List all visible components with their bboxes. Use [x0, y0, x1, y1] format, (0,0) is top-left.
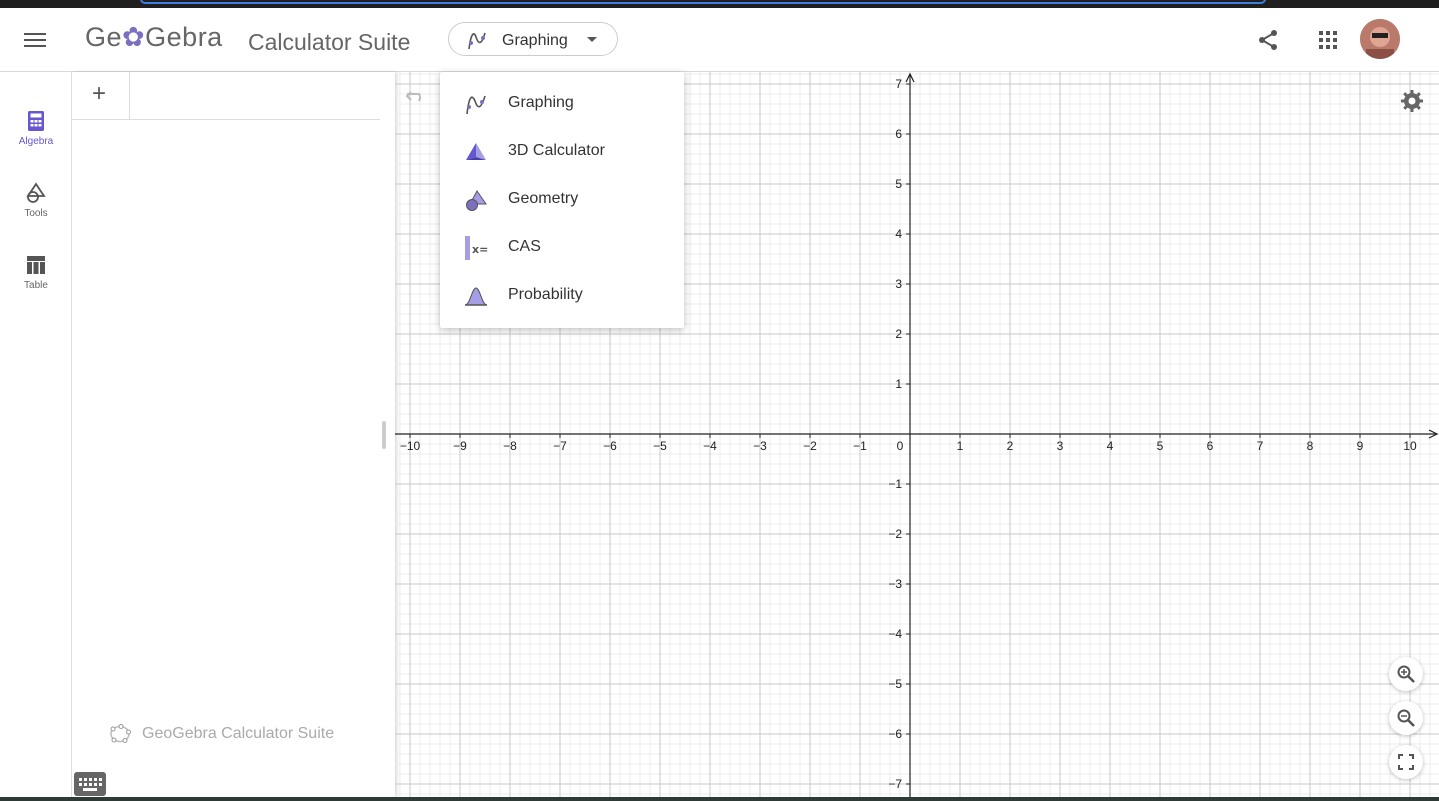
y-tick-label: −1	[888, 477, 902, 491]
apps-grid-icon[interactable]	[1316, 28, 1340, 52]
x-tick-label: −4	[703, 439, 717, 453]
sidebar-item-algebra[interactable]: Algebra	[0, 110, 72, 170]
probability-icon	[464, 287, 488, 306]
x-tick-label: 2	[1007, 439, 1014, 453]
undo-icon[interactable]	[405, 86, 429, 106]
graphing-icon	[468, 32, 486, 50]
graphing-icon	[466, 95, 486, 115]
x-tick-label: −3	[753, 439, 767, 453]
app-switcher-menu: Graphing 3D Calculator Geometry x= CAS P…	[440, 72, 684, 328]
menu-item-geometry[interactable]: Geometry	[440, 176, 684, 224]
x-tick-label: −1	[853, 439, 867, 453]
x-tick-label: 5	[1157, 439, 1164, 453]
svg-text:x=: x=	[472, 243, 488, 256]
x-tick-label: 0	[897, 439, 904, 453]
y-tick-label: 6	[895, 127, 902, 141]
menu-item-label: Geometry	[508, 190, 579, 207]
x-tick-label: 10	[1403, 439, 1417, 453]
3d-calculator-icon	[466, 143, 486, 160]
y-tick-label: −4	[888, 627, 902, 641]
sidebar-item-label: Table	[24, 280, 48, 291]
y-tick-label: −6	[888, 727, 902, 741]
sidebar-item-label: Tools	[24, 208, 48, 219]
algebra-input-row[interactable]: +	[72, 72, 380, 120]
x-tick-label: 1	[957, 439, 964, 453]
x-tick-label: 8	[1307, 439, 1314, 453]
sidebar-item-table[interactable]: Table	[0, 254, 72, 314]
gear-icon[interactable]	[1400, 89, 1424, 113]
menu-item-label: Probability	[508, 286, 583, 303]
panel-resize-handle[interactable]	[382, 421, 386, 449]
page-title: Calculator Suite	[248, 29, 411, 55]
brand-text: GeoGebra Calculator Suite	[142, 725, 335, 742]
algebra-panel: + GeoGebra Calculator Suite	[72, 72, 395, 797]
menu-item-cas[interactable]: x= CAS	[440, 224, 684, 272]
x-tick-label: 9	[1357, 439, 1364, 453]
app-selector-label: Graphing	[502, 32, 568, 49]
app-header: Ge✿Gebra Calculator Suite Graphing	[0, 8, 1439, 72]
y-tick-label: 2	[895, 327, 902, 341]
y-tick-label: 5	[895, 177, 902, 191]
menu-item-3d-calculator[interactable]: 3D Calculator	[440, 128, 684, 176]
menu-item-label: 3D Calculator	[508, 142, 605, 159]
fullscreen-icon	[1398, 754, 1414, 770]
y-tick-label: 1	[895, 377, 902, 391]
menu-item-graphing[interactable]: Graphing	[440, 80, 684, 128]
x-tick-label: −10	[400, 439, 421, 453]
zoom-in-button[interactable]	[1389, 657, 1423, 691]
menu-item-probability[interactable]: Probability	[440, 272, 684, 320]
geogebra-logo: Ge✿Gebra	[85, 22, 223, 52]
zoom-out-icon	[1397, 709, 1415, 727]
x-tick-label: −8	[503, 439, 517, 453]
browser-top-strip	[0, 0, 1439, 8]
keyboard-icon[interactable]	[74, 772, 106, 796]
y-tick-label: −7	[888, 777, 902, 791]
x-tick-label: 6	[1207, 439, 1214, 453]
menu-item-label: CAS	[508, 238, 541, 255]
user-avatar[interactable]	[1360, 19, 1400, 59]
side-navigation: Algebra Tools Table	[0, 72, 72, 801]
x-tick-label: −7	[553, 439, 567, 453]
add-item-button[interactable]: +	[72, 72, 130, 119]
app-selector-button[interactable]: Graphing	[448, 22, 618, 56]
y-tick-label: −5	[888, 677, 902, 691]
y-tick-label: 3	[895, 277, 902, 291]
geogebra-logo-icon	[110, 724, 131, 743]
share-icon[interactable]	[1256, 28, 1280, 52]
fullscreen-button[interactable]	[1389, 745, 1423, 779]
y-tick-label: 4	[895, 227, 902, 241]
x-tick-label: −5	[653, 439, 667, 453]
taskbar-strip	[0, 797, 1439, 801]
table-icon	[27, 256, 45, 274]
y-tick-label: −2	[888, 527, 902, 541]
browser-address-bar	[140, 0, 1266, 4]
x-tick-label: 7	[1257, 439, 1264, 453]
menu-item-label: Graphing	[508, 94, 574, 111]
x-tick-label: 4	[1107, 439, 1114, 453]
sidebar-item-label: Algebra	[18, 136, 54, 147]
hamburger-menu-icon[interactable]	[22, 30, 48, 50]
zoom-in-icon	[1397, 665, 1415, 683]
x-tick-label: −2	[803, 439, 817, 453]
x-tick-label: −6	[603, 439, 617, 453]
geometry-icon	[466, 190, 487, 211]
calculator-icon	[28, 111, 44, 131]
cas-icon: x=	[465, 236, 488, 260]
x-tick-label: 3	[1057, 439, 1064, 453]
plus-icon: +	[92, 80, 107, 107]
sidebar-item-tools[interactable]: Tools	[0, 182, 72, 242]
chevron-down-icon	[587, 37, 597, 42]
tools-shapes-icon	[26, 182, 46, 203]
y-tick-label: −3	[888, 577, 902, 591]
x-tick-label: −9	[453, 439, 467, 453]
y-tick-label: 7	[895, 77, 902, 91]
zoom-out-button[interactable]	[1389, 701, 1423, 735]
